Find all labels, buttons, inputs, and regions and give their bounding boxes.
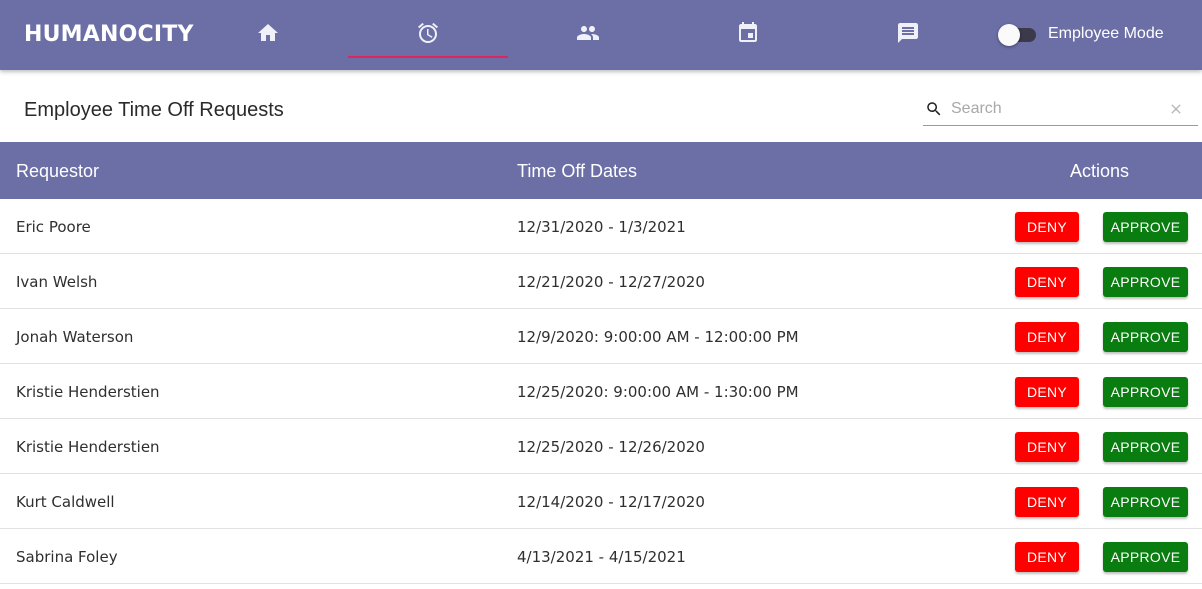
time-off-dates: 4/13/2021 - 4/15/2021	[517, 548, 686, 566]
requestor-name: Kurt Caldwell	[16, 493, 115, 511]
table-row: Ivan Welsh 12/21/2020 - 12/27/2020 DENY …	[0, 254, 1202, 309]
column-header-actions: Actions	[1070, 161, 1130, 181]
calendar-icon	[736, 21, 760, 50]
deny-button[interactable]: DENY	[1015, 377, 1079, 407]
table-row: Kristie Henderstien 12/25/2020: 9:00:00 …	[0, 364, 1202, 419]
requestor-name: Sabrina Foley	[16, 548, 118, 566]
deny-button[interactable]: DENY	[1015, 322, 1079, 352]
column-header-dates: Time Off Dates	[517, 161, 638, 181]
home-icon	[256, 21, 280, 50]
nav-calendar[interactable]	[668, 0, 828, 70]
time-off-dates: 12/25/2020: 9:00:00 AM - 1:30:00 PM	[517, 383, 799, 401]
time-off-dates: 12/9/2020: 9:00:00 AM - 12:00:00 PM	[517, 328, 799, 346]
approve-button[interactable]: APPROVE	[1103, 487, 1188, 517]
approve-button[interactable]: APPROVE	[1103, 212, 1188, 242]
requestor-name: Eric Poore	[16, 218, 91, 236]
column-header-requestor: Requestor	[16, 161, 100, 181]
table-row: Eric Poore 12/31/2020 - 1/3/2021 DENY AP…	[0, 199, 1202, 254]
search-icon	[925, 100, 943, 118]
table-row: Jonah Waterson 12/9/2020: 9:00:00 AM - 1…	[0, 309, 1202, 364]
time-off-dates: 12/21/2020 - 12/27/2020	[517, 273, 705, 291]
page-title: Employee Time Off Requests	[24, 99, 284, 121]
deny-button[interactable]: DENY	[1015, 267, 1079, 297]
deny-button[interactable]: DENY	[1015, 487, 1079, 517]
approve-button[interactable]: APPROVE	[1103, 377, 1188, 407]
time-off-dates: 12/25/2020 - 12/26/2020	[517, 438, 705, 456]
people-icon	[576, 21, 600, 50]
search-input[interactable]	[951, 97, 1161, 121]
top-app-bar: HUMANOCITY Employee Mode	[0, 0, 1202, 70]
table-header: Requestor Time Off Dates Actions	[0, 142, 1202, 199]
search-bar	[923, 93, 1198, 126]
employee-mode-toggle[interactable]	[998, 24, 1038, 46]
time-off-table-body: Eric Poore 12/31/2020 - 1/3/2021 DENY AP…	[0, 199, 1202, 584]
requestor-name: Kristie Henderstien	[16, 438, 160, 456]
requestor-name: Ivan Welsh	[16, 273, 98, 291]
active-tab-indicator	[348, 56, 508, 58]
table-row: Kurt Caldwell 12/14/2020 - 12/17/2020 DE…	[0, 474, 1202, 529]
time-off-dates: 12/31/2020 - 1/3/2021	[517, 218, 686, 236]
approve-button[interactable]: APPROVE	[1103, 542, 1188, 572]
approve-button[interactable]: APPROVE	[1103, 267, 1188, 297]
table-row: Kristie Henderstien 12/25/2020 - 12/26/2…	[0, 419, 1202, 474]
clear-search-icon[interactable]	[1168, 101, 1184, 117]
toggle-thumb	[998, 24, 1020, 46]
deny-button[interactable]: DENY	[1015, 432, 1079, 462]
brand-logo: HUMANOCITY	[24, 22, 194, 47]
employee-mode-label: Employee Mode	[1048, 25, 1164, 42]
time-off-dates: 12/14/2020 - 12/17/2020	[517, 493, 705, 511]
deny-button[interactable]: DENY	[1015, 212, 1079, 242]
approve-button[interactable]: APPROVE	[1103, 432, 1188, 462]
nav-people[interactable]	[508, 0, 668, 70]
nav-time-off[interactable]	[348, 0, 508, 70]
requestor-name: Kristie Henderstien	[16, 383, 160, 401]
alarm-clock-icon	[416, 21, 440, 50]
nav-messages[interactable]	[828, 0, 988, 70]
nav-home[interactable]	[188, 0, 348, 70]
requestor-name: Jonah Waterson	[16, 328, 134, 346]
message-icon	[896, 21, 920, 50]
approve-button[interactable]: APPROVE	[1103, 322, 1188, 352]
deny-button[interactable]: DENY	[1015, 542, 1079, 572]
table-row: Sabrina Foley 4/13/2021 - 4/15/2021 DENY…	[0, 529, 1202, 584]
